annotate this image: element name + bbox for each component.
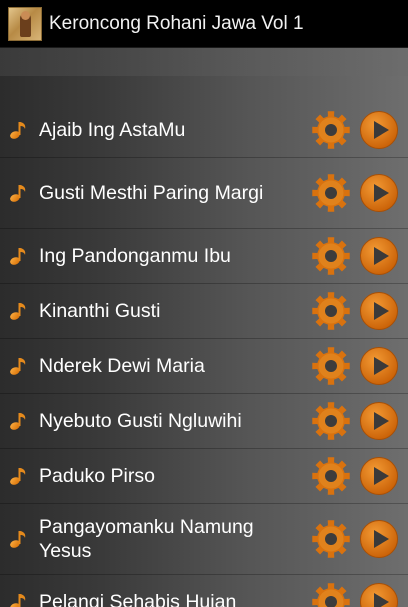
play-icon[interactable] (359, 291, 399, 331)
song-row[interactable]: Gusti Mesthi Paring Margi (0, 158, 408, 229)
app-title: Keroncong Rohani Jawa Vol 1 (49, 12, 304, 34)
music-note-icon (10, 248, 26, 265)
gear-icon[interactable] (311, 456, 351, 496)
top-spacer (0, 48, 408, 76)
music-note-icon (10, 303, 26, 320)
song-title: Nderek Dewi Maria (39, 355, 205, 377)
song-title: Paduko Pirso (39, 465, 155, 487)
song-row[interactable]: Pelangi Sehabis Hujan (0, 575, 408, 607)
music-note-icon (10, 358, 26, 375)
song-row[interactable]: Kinanthi Gusti (0, 284, 408, 339)
gear-icon[interactable] (311, 519, 351, 559)
play-icon[interactable] (359, 456, 399, 496)
play-icon[interactable] (359, 236, 399, 276)
song-row[interactable]: Ing Pandonganmu Ibu (0, 229, 408, 284)
gear-icon[interactable] (311, 236, 351, 276)
song-title: Pangayomanku Namung Yesus (39, 516, 254, 562)
gear-icon[interactable] (311, 582, 351, 607)
music-note-icon (10, 468, 26, 485)
play-icon[interactable] (359, 519, 399, 559)
song-title: Kinanthi Gusti (39, 300, 161, 322)
app-bar: Keroncong Rohani Jawa Vol 1 (0, 0, 408, 48)
song-title: Ing Pandonganmu Ibu (39, 245, 231, 267)
music-note-icon (10, 185, 26, 202)
song-row[interactable]: Nyebuto Gusti Ngluwihi (0, 394, 408, 449)
app-logo-icon[interactable] (8, 6, 42, 41)
song-list-screen: Ajaib Ing AstaMu Gusti Mesthi Paring Mar… (0, 48, 408, 607)
gear-icon[interactable] (311, 346, 351, 386)
song-row[interactable]: Ajaib Ing AstaMu (0, 103, 408, 158)
gear-icon[interactable] (311, 173, 351, 213)
music-note-icon (10, 413, 26, 430)
gear-icon[interactable] (311, 110, 351, 150)
music-note-icon (10, 594, 26, 607)
music-note-icon (10, 122, 26, 139)
song-row[interactable]: Paduko Pirso (0, 449, 408, 504)
song-title: Pelangi Sehabis Hujan (39, 591, 237, 607)
play-icon[interactable] (359, 401, 399, 441)
song-title: Gusti Mesthi Paring Margi (39, 182, 264, 204)
song-row[interactable]: Pangayomanku Namung Yesus (0, 504, 408, 575)
gear-icon[interactable] (311, 401, 351, 441)
play-icon[interactable] (359, 173, 399, 213)
play-icon[interactable] (359, 110, 399, 150)
gear-icon[interactable] (311, 291, 351, 331)
play-icon[interactable] (359, 346, 399, 386)
song-row[interactable]: Nderek Dewi Maria (0, 339, 408, 394)
play-icon[interactable] (359, 582, 399, 607)
song-title: Nyebuto Gusti Ngluwihi (39, 410, 242, 432)
song-title: Ajaib Ing AstaMu (39, 119, 186, 141)
music-note-icon (10, 531, 26, 548)
song-list: Ajaib Ing AstaMu Gusti Mesthi Paring Mar… (0, 103, 408, 607)
